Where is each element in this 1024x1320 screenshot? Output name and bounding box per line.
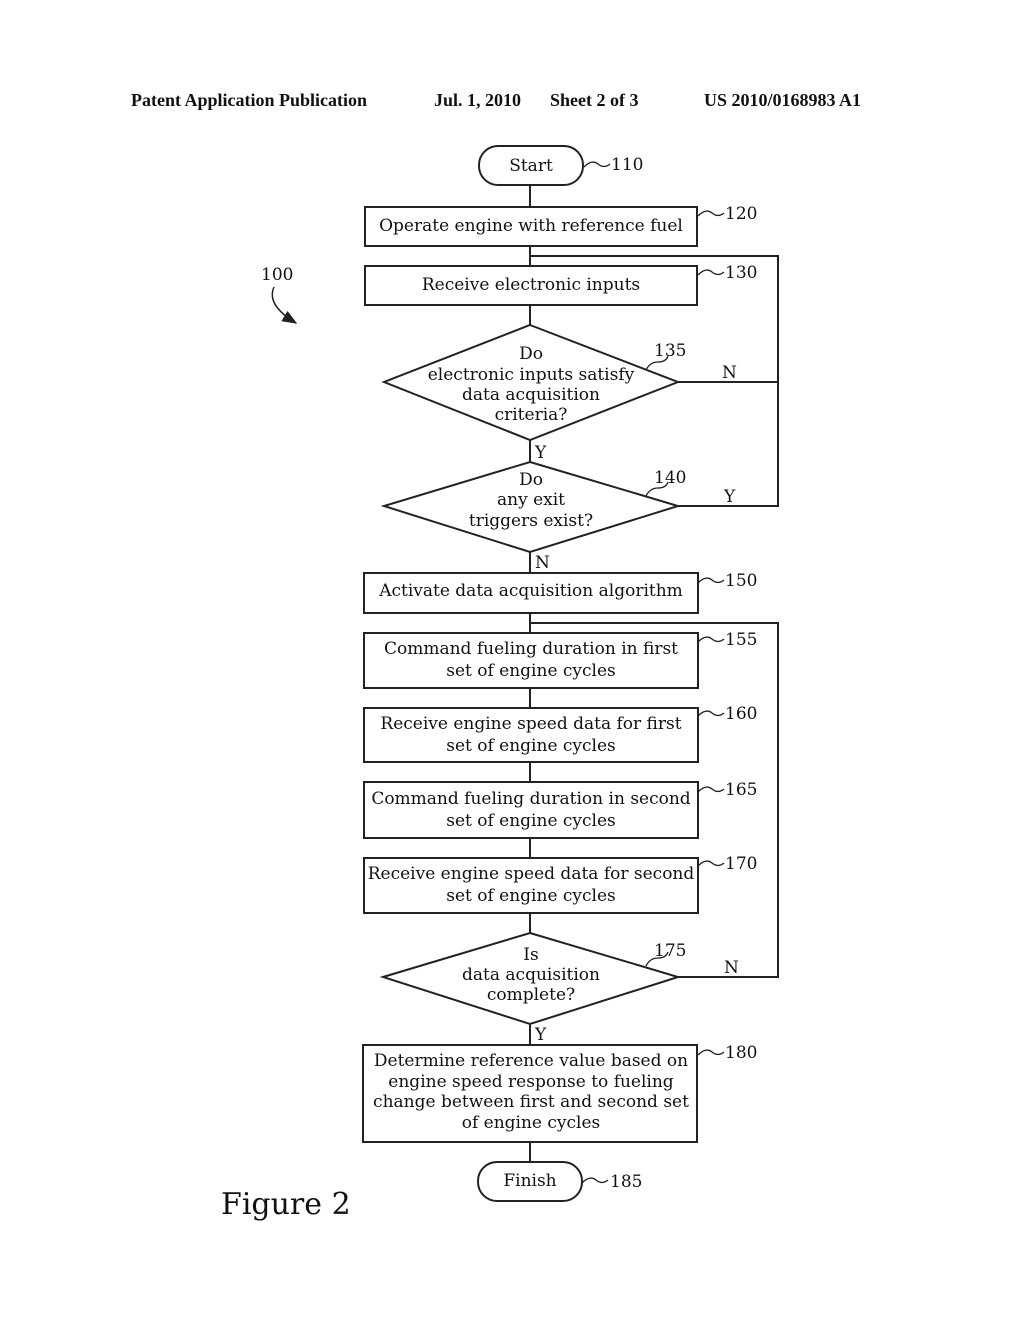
process-160: Receive engine speed data for first set … [363,704,757,763]
decision-175-line: Is [523,945,538,965]
start-terminal: Start 110 [478,145,643,186]
decision-140-no: N [535,553,550,573]
decision-135-line: data acquisition [462,385,600,405]
decision-175-yes: Y [534,1025,547,1045]
process-180-line: Determine reference value based on [374,1051,688,1071]
ref-100: 100 [261,265,293,285]
ref-180: 180 [725,1043,757,1063]
reference-arrow-icon [271,286,298,324]
process-120-text: Operate engine with reference fuel [379,216,683,236]
process-180-line: change between first and second set [373,1092,689,1112]
ref-155: 155 [725,630,757,650]
process-180: Determine reference value based on engin… [362,1043,757,1143]
ref-120: 120 [725,204,757,224]
process-120: Operate engine with reference fuel 120 [364,204,757,247]
ref-165: 165 [725,780,757,800]
decision-175: Is data acquisition complete? 175 N Y [379,931,739,1045]
finish-terminal: Finish 185 [477,1161,642,1202]
ref-160: 160 [725,704,757,724]
figure-caption: Figure 2 [221,1187,351,1222]
process-165-line: Command fueling duration in second [371,789,690,809]
process-155-line: Command fueling duration in first [384,639,678,659]
ref-135: 135 [654,341,686,361]
process-130-text: Receive electronic inputs [422,275,640,295]
process-170: Receive engine speed data for second set… [363,854,757,914]
ref-140: 140 [654,468,686,488]
decision-140-yes: Y [723,487,736,507]
decision-140-line: any exit [497,490,565,510]
process-165: Command fueling duration in second set o… [363,780,757,839]
decision-140-line: triggers exist? [469,511,593,531]
process-155-line: set of engine cycles [446,661,616,681]
decision-140-line: Do [519,470,543,490]
process-165-line: set of engine cycles [446,811,616,831]
start-label: Start [509,156,553,176]
decision-135-line: Do [519,344,543,364]
decision-135-line: electronic inputs satisfy [428,365,635,385]
decision-175-line: complete? [487,985,575,1005]
process-170-line: set of engine cycles [446,886,616,906]
ref-185: 185 [610,1172,642,1192]
decision-135-yes: Y [534,443,547,463]
flowchart: Start 110 Operate engine with reference … [221,145,779,1222]
process-150-text: Activate data acquisition algorithm [378,581,683,601]
decision-175-no: N [724,958,739,978]
decision-135: Do electronic inputs satisfy data acquis… [381,323,737,463]
process-160-line: Receive engine speed data for first [380,714,681,734]
decision-135-no: N [722,363,737,383]
ref-150: 150 [725,571,757,591]
figure-reference: 100 [261,265,298,324]
decision-135-line: criteria? [495,405,568,425]
process-155: Command fueling duration in first set of… [363,630,757,689]
decision-140: Do any exit triggers exist? 140 Y N [380,460,736,573]
ref-175: 175 [654,941,686,961]
process-150: Activate data acquisition algorithm 150 [363,571,757,614]
decision-175-line: data acquisition [462,965,600,985]
process-180-line: of engine cycles [462,1113,601,1133]
process-170-line: Receive engine speed data for second [368,864,695,884]
finish-label: Finish [503,1171,556,1191]
process-180-line: engine speed response to fueling [388,1072,674,1092]
ref-110: 110 [611,155,643,175]
ref-170: 170 [725,854,757,874]
process-160-line: set of engine cycles [446,736,616,756]
ref-130: 130 [725,263,757,283]
process-130: Receive electronic inputs 130 [364,263,757,306]
